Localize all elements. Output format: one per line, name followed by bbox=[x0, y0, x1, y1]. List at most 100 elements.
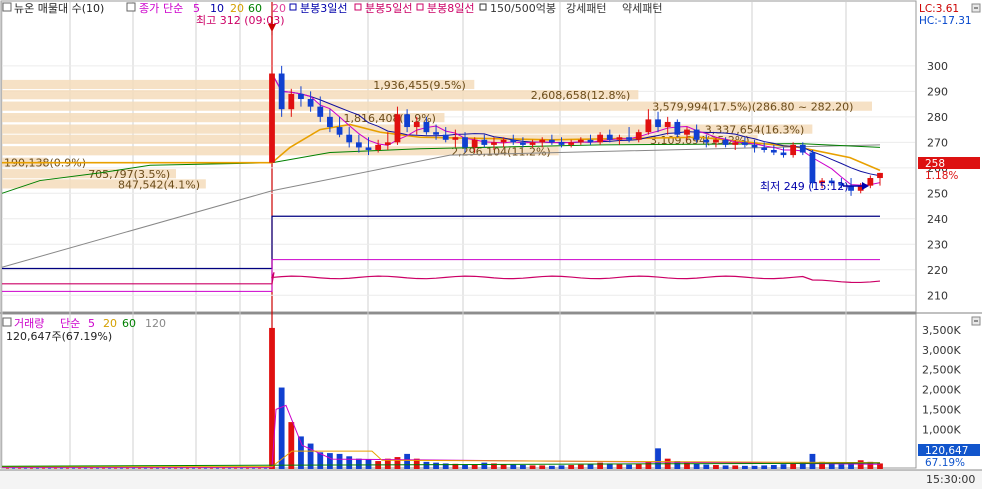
volume-bar bbox=[790, 463, 797, 469]
volume-profile-label: 2,608,658(12.8%) bbox=[531, 89, 631, 102]
volume-bar bbox=[548, 465, 555, 469]
legend-close-label: 종가 bbox=[139, 2, 159, 15]
legend-item-label: 분봉8일선 bbox=[427, 1, 474, 15]
volume-bar bbox=[626, 464, 632, 469]
candle-body bbox=[307, 99, 314, 107]
price-tick-label: 300 bbox=[927, 60, 948, 73]
candle-body bbox=[568, 142, 575, 145]
volume-bar bbox=[520, 465, 526, 469]
stock-chart: 1,936,455(9.5%) 2,608,658(12.8%) 3,579,994… bbox=[0, 0, 982, 489]
volume-bar bbox=[713, 465, 719, 469]
candle-body bbox=[269, 73, 275, 163]
price-tick-label: 250 bbox=[927, 187, 948, 200]
legend-item-label: 분봉3일선 bbox=[300, 1, 347, 15]
candle-body bbox=[278, 73, 285, 110]
candle-body bbox=[548, 139, 555, 143]
legend-ma-label: 단순 bbox=[163, 2, 183, 15]
legend-item-marker bbox=[289, 3, 297, 11]
candle-body bbox=[462, 137, 468, 148]
candle-body bbox=[384, 142, 391, 145]
candle-body bbox=[809, 152, 816, 184]
volume-legend-ma-period: 60 bbox=[122, 317, 136, 330]
candle-body bbox=[500, 139, 507, 143]
volume-tick-label: 1,000K bbox=[922, 423, 961, 436]
candle-body bbox=[336, 127, 343, 135]
candle-body bbox=[645, 119, 652, 133]
volume-bar bbox=[278, 387, 285, 469]
candle-body bbox=[780, 152, 787, 156]
volume-profile-label: 3,579,994(17.5%)(286.80 ~ 282.20) bbox=[652, 101, 853, 114]
candle-body bbox=[722, 139, 729, 145]
volume-bar bbox=[703, 464, 710, 469]
current-price: 258 bbox=[925, 158, 945, 170]
volume-bar bbox=[838, 464, 845, 469]
candle-body bbox=[616, 137, 623, 140]
candle-body bbox=[597, 134, 604, 143]
volume-bar bbox=[780, 464, 787, 469]
candle-body bbox=[684, 129, 690, 135]
volume-profile-bar bbox=[2, 134, 758, 144]
volume-tick-label: 1,500K bbox=[922, 403, 961, 416]
candle-body bbox=[577, 139, 584, 143]
volume-bar bbox=[365, 459, 372, 469]
volume-bar bbox=[346, 456, 353, 469]
volume-bar bbox=[741, 465, 748, 469]
legend-item-label: 강세패턴 bbox=[566, 2, 606, 15]
candle-body bbox=[703, 139, 710, 143]
candle-body bbox=[510, 139, 517, 143]
candle-body bbox=[433, 132, 439, 135]
volume-bar bbox=[587, 464, 594, 469]
price-tick-label: 290 bbox=[927, 85, 948, 98]
volume-bar bbox=[500, 464, 507, 469]
current-volume-pct: 67.19% bbox=[925, 457, 965, 469]
volume-bar bbox=[355, 458, 362, 469]
volume-bar bbox=[269, 327, 275, 469]
legend-item-marker bbox=[416, 3, 424, 11]
volume-bar bbox=[404, 453, 411, 469]
candle-body bbox=[327, 116, 333, 128]
price-tick-label: 240 bbox=[927, 213, 948, 226]
candle-body bbox=[539, 139, 546, 143]
volume-bar bbox=[732, 465, 739, 469]
time-label: 15:30:00 bbox=[926, 473, 975, 486]
legend-checkbox bbox=[2, 2, 12, 12]
price-tick-label: 270 bbox=[927, 136, 948, 149]
legend-checkbox bbox=[2, 317, 12, 327]
candle-body bbox=[693, 129, 700, 140]
legend-item-label: 분봉5일선 bbox=[365, 1, 412, 15]
hc-label: HC:-17.31 bbox=[919, 15, 972, 27]
volume-bar bbox=[327, 453, 333, 469]
candle-body bbox=[635, 132, 642, 140]
volume-bar bbox=[809, 453, 816, 469]
volume-bar bbox=[577, 464, 584, 469]
candle-body bbox=[761, 147, 768, 150]
candle-body bbox=[732, 142, 739, 145]
volume-bar bbox=[394, 457, 401, 469]
candle-body bbox=[751, 144, 758, 148]
candle-body bbox=[664, 121, 671, 128]
volume-bar bbox=[433, 462, 439, 469]
volume-bar bbox=[693, 463, 700, 469]
volume-bar bbox=[336, 453, 343, 469]
candle-body bbox=[655, 119, 661, 128]
volume-readout: 120,647주(67.19%) bbox=[6, 330, 112, 343]
candle-body bbox=[298, 93, 304, 100]
legend-item-label: 약세패턴 bbox=[622, 1, 662, 15]
legend-item-label: 150/500억봉 bbox=[490, 2, 556, 15]
volume-bar bbox=[645, 461, 652, 469]
candle-body bbox=[288, 93, 295, 110]
volume-bar bbox=[857, 460, 864, 469]
price-tick-label: 230 bbox=[927, 238, 948, 251]
price-tick-label: 220 bbox=[927, 264, 948, 277]
current-volume: 120,647 bbox=[925, 445, 968, 457]
current-change: 1.18% bbox=[925, 170, 958, 182]
candle-body bbox=[799, 144, 806, 153]
candle-body bbox=[481, 139, 488, 145]
volume-tick-label: 3,000K bbox=[922, 344, 961, 357]
legend-stock-name: 뉴온 매물대 수(10) bbox=[14, 2, 104, 15]
price-tick-label: 280 bbox=[927, 111, 948, 124]
volume-bar bbox=[558, 465, 565, 469]
candle-body bbox=[394, 114, 401, 143]
candle-body bbox=[626, 137, 632, 140]
legend-item-marker bbox=[354, 3, 362, 11]
